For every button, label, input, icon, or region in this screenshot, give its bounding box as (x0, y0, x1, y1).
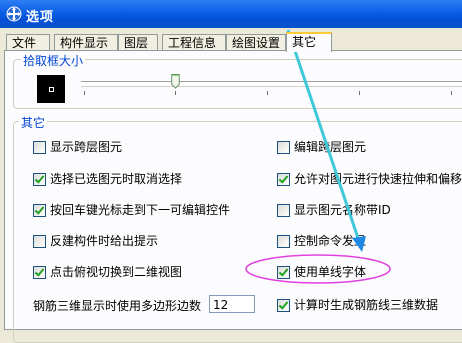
checkbox[interactable] (33, 173, 46, 186)
pick-box-slider-thumb[interactable] (171, 74, 180, 89)
checkbox[interactable] (277, 173, 290, 186)
slider-tick (359, 91, 360, 95)
polygon-edges-label: 钢筋三维显示时使用多边形边数 (33, 299, 202, 313)
polygon-edges-input[interactable]: 12 (209, 295, 255, 313)
tab-panel-other: 拾取框大小 其它 显示跨层图元 选择已选图元时取消选择 按回车键光标走到下一可编… (4, 50, 462, 343)
checkbox[interactable] (33, 235, 46, 248)
checkbox[interactable] (277, 235, 290, 248)
window-title: 选项 (26, 10, 55, 25)
slider-tick (84, 91, 85, 95)
tab-layers[interactable]: 图层 (118, 34, 158, 51)
checkbox[interactable] (277, 266, 290, 279)
checkbox[interactable] (277, 299, 290, 312)
slider-tick (267, 91, 268, 95)
pick-box-slider-track[interactable] (81, 81, 462, 86)
tab-drawing-settings[interactable]: 绘图设置 (226, 34, 286, 51)
tab-project-info[interactable]: 工程信息 (162, 34, 226, 51)
tab-other[interactable]: 其它 (286, 32, 332, 52)
tab-file[interactable]: 文件 (6, 34, 50, 51)
checkbox[interactable] (33, 141, 46, 154)
tab-component-display[interactable]: 构件显示 (54, 34, 118, 51)
pick-box-preview (37, 75, 65, 103)
checkbox[interactable] (277, 204, 290, 217)
slider-tick (451, 91, 452, 95)
title-bar: 选项 (0, 0, 462, 28)
other-group-label: 其它 (19, 114, 48, 131)
slider-tick (175, 91, 176, 95)
app-icon (6, 6, 22, 22)
pick-box-group-label: 拾取框大小 (21, 52, 86, 69)
checkbox[interactable] (277, 141, 290, 154)
checkbox[interactable] (33, 204, 46, 217)
checkbox[interactable] (33, 266, 46, 279)
